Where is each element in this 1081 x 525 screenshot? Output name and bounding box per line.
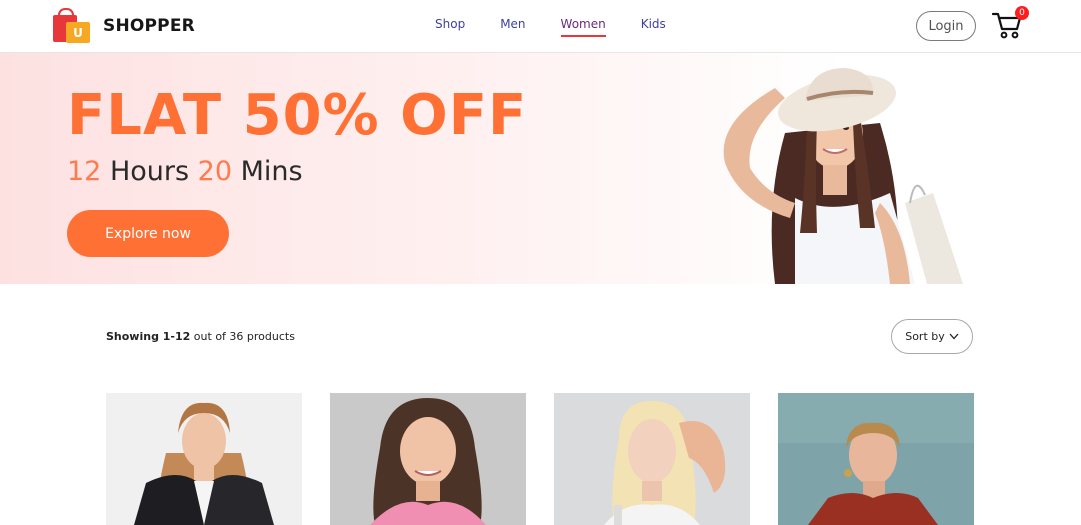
nav-item-women[interactable]: Women [560, 17, 606, 37]
product-image [778, 393, 974, 525]
hero-countdown: 12 Hours 20 Mins [67, 156, 303, 187]
nav-item-men[interactable]: Men [500, 17, 525, 37]
sort-label: Sort by [905, 330, 945, 343]
results-count-bold: Showing 1-12 [106, 330, 191, 343]
product-image [106, 393, 302, 525]
logo[interactable]: U SHOPPER [53, 8, 195, 44]
countdown-mins-label: Mins [232, 156, 303, 187]
chevron-down-icon [949, 333, 959, 340]
nav-item-shop[interactable]: Shop [435, 17, 465, 37]
product-card-2[interactable] [330, 393, 526, 525]
explore-now-button[interactable]: Explore now [67, 210, 229, 257]
product-card-4[interactable] [778, 393, 974, 525]
product-image [330, 393, 526, 525]
product-image [554, 393, 750, 525]
brand-name: SHOPPER [103, 16, 195, 36]
results-count: Showing 1-12 out of 36 products [106, 330, 295, 343]
cart-count-badge: 0 [1015, 6, 1029, 20]
cart-button[interactable]: 0 [991, 6, 1029, 39]
login-button[interactable]: Login [916, 11, 976, 41]
product-card-1[interactable] [106, 393, 302, 525]
hero-banner: FLAT 50% OFF 12 Hours 20 Mins Explore no… [0, 53, 1081, 284]
hero-title: FLAT 50% OFF [67, 83, 528, 148]
product-card-3[interactable] [554, 393, 750, 525]
main-nav: Shop Men Women Kids [435, 17, 701, 37]
nav-item-kids[interactable]: Kids [641, 17, 666, 37]
hero-model-image [723, 68, 963, 284]
countdown-hours: 12 [67, 156, 102, 187]
navbar: U SHOPPER Shop Men Women Kids Login 0 [0, 0, 1081, 53]
sort-dropdown[interactable]: Sort by [891, 319, 973, 354]
shopping-bag-icon: U [53, 8, 91, 44]
results-count-rest: out of 36 products [190, 330, 295, 343]
countdown-mins: 20 [197, 156, 232, 187]
countdown-hours-label: Hours [101, 156, 198, 187]
